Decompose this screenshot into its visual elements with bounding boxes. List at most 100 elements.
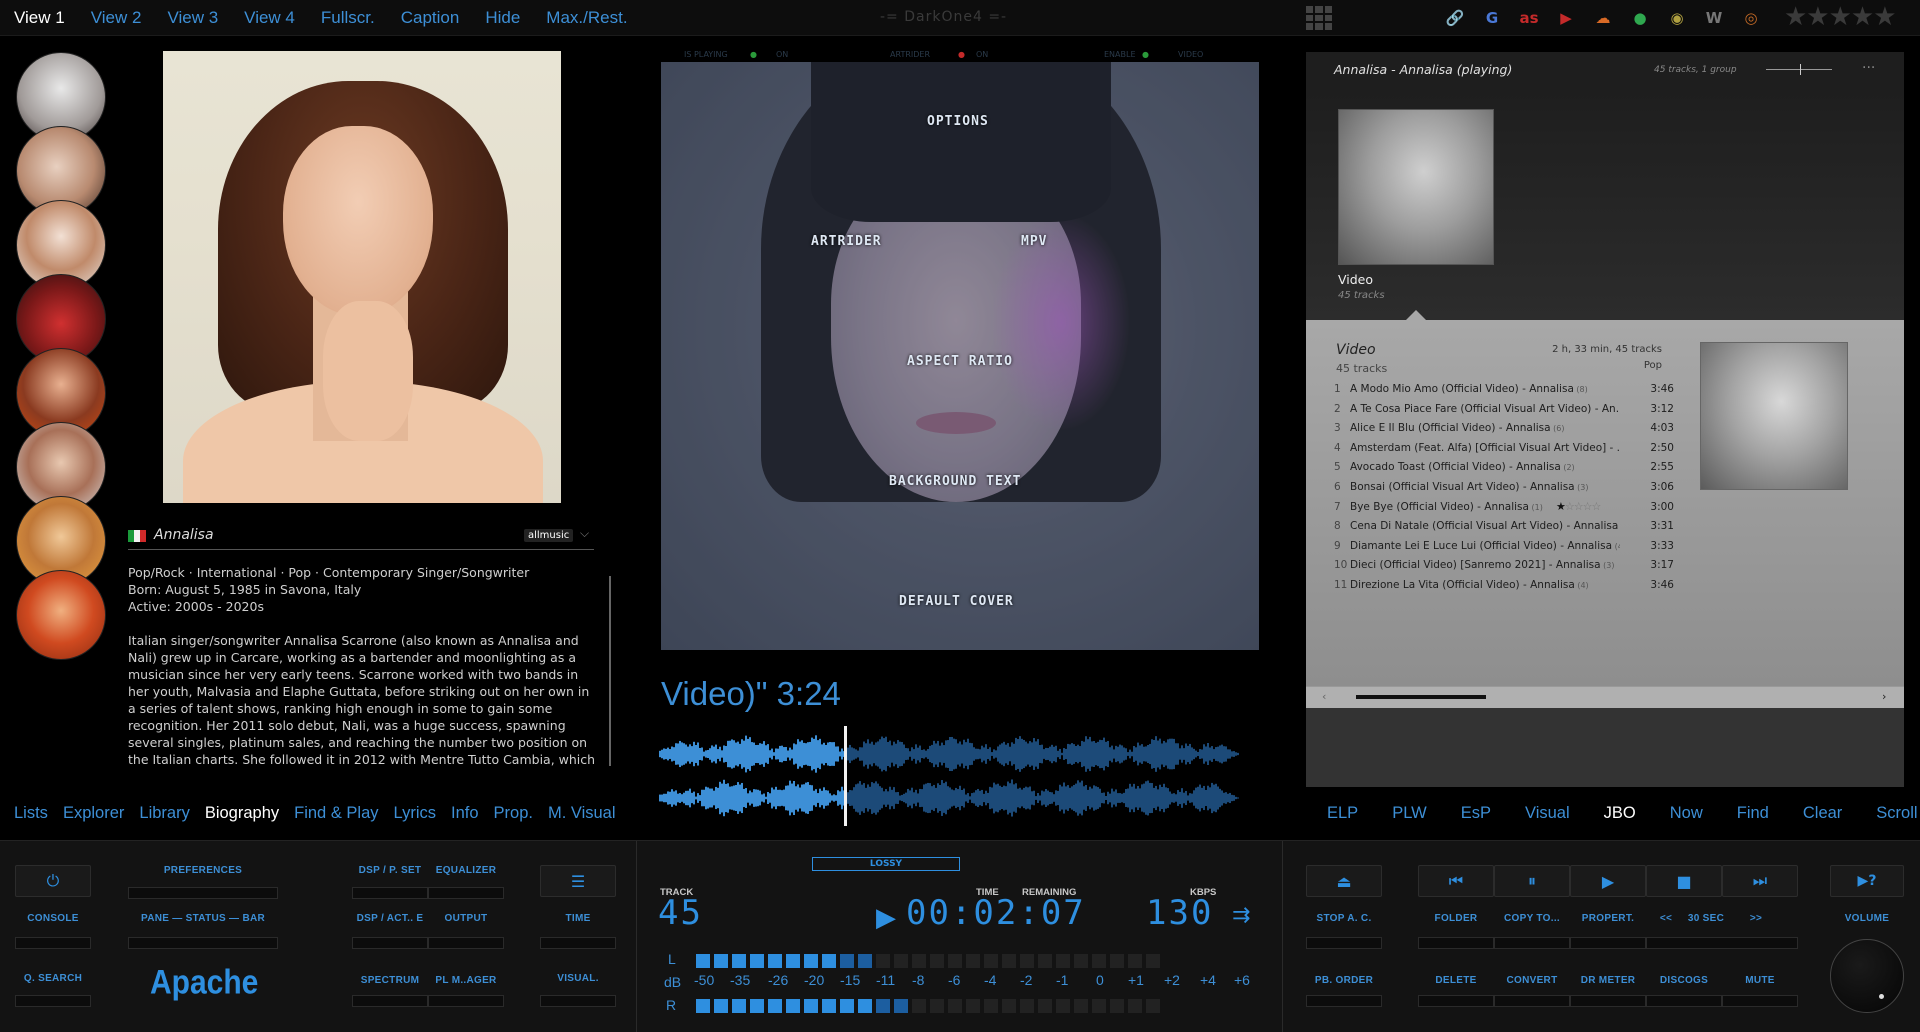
q-search-button[interactable] (15, 995, 91, 1007)
google-icon[interactable]: G (1481, 7, 1503, 29)
tab-properties[interactable]: Prop. (494, 804, 533, 826)
tab-now[interactable]: Now (1670, 804, 1703, 826)
delete-button[interactable] (1418, 995, 1494, 1007)
play-button[interactable]: ▶ (1570, 865, 1646, 897)
view-4-button[interactable]: View 4 (244, 8, 295, 28)
tab-info[interactable]: Info (451, 804, 479, 826)
track-row[interactable]: 6 Bonsai (Official Visual Art Video) - An… (1334, 478, 1674, 498)
track-row[interactable]: 5 Avocado Toast (Official Video) - Annali… (1334, 458, 1674, 478)
pane-status-bar-button[interactable] (128, 937, 278, 949)
youtube-icon[interactable]: ▶ (1555, 7, 1577, 29)
scroll-left-icon[interactable]: ‹ (1322, 690, 1326, 703)
pl-manager-button[interactable] (428, 995, 504, 1007)
stop-button[interactable]: ■ (1646, 865, 1722, 897)
tab-plw[interactable]: PLW (1392, 804, 1427, 826)
tab-lyrics[interactable]: Lyrics (394, 804, 436, 826)
view-3-button[interactable]: View 3 (167, 8, 218, 28)
track-row[interactable]: 3 Alice E Il Blu (Official Video) - Annal… (1334, 419, 1674, 439)
grid-icon[interactable] (1306, 6, 1332, 30)
waveform-seekbar[interactable] (659, 726, 1259, 826)
output-button[interactable] (428, 937, 504, 949)
seek-30-sec-button[interactable] (1646, 937, 1798, 949)
tab-biography[interactable]: Biography (205, 804, 279, 826)
overlay-artrider[interactable]: ARTRIDER (811, 234, 882, 249)
lastfm-icon[interactable]: as (1518, 7, 1540, 29)
more-options-icon[interactable]: ··· (1862, 60, 1875, 76)
seek-back-label[interactable]: << (1656, 913, 1676, 924)
overlay-aspect-ratio[interactable]: ASPECT RATIO (907, 354, 1013, 369)
track-rating[interactable]: ★☆☆☆☆ (1556, 500, 1601, 513)
track-row[interactable]: 10 Dieci (Official Video) [Sanremo 2021] … (1334, 556, 1674, 576)
menu-button[interactable]: ☰ (540, 865, 616, 897)
podcast-icon[interactable]: ◎ (1740, 7, 1762, 29)
help-button[interactable]: ▶? (1830, 865, 1904, 897)
biography-scrollbar[interactable] (609, 576, 611, 766)
tab-jbo[interactable]: JBO (1604, 804, 1636, 826)
tab-scroll[interactable]: Scroll (1876, 804, 1917, 826)
tab-esp[interactable]: EsP (1461, 804, 1491, 826)
fullscreen-button[interactable]: Fullscr. (321, 8, 375, 28)
equalizer-button[interactable] (428, 887, 504, 899)
tab-find-play[interactable]: Find & Play (294, 804, 378, 826)
rating-stars[interactable]: ★★★★★ (1784, 2, 1897, 32)
view-2-button[interactable]: View 2 (91, 8, 142, 28)
power-button[interactable]: ⏻ (15, 865, 91, 897)
time-button[interactable] (540, 937, 616, 949)
hide-button[interactable]: Hide (485, 8, 520, 28)
view-1-button[interactable]: View 1 (14, 8, 65, 28)
wikipedia-icon[interactable]: W (1703, 7, 1725, 29)
spotify-icon[interactable]: ● (1629, 7, 1651, 29)
artist-thumbnail[interactable] (16, 570, 106, 660)
convert-button[interactable] (1494, 995, 1570, 1007)
track-row[interactable]: 8 Cena Di Natale (Official Visual Art Vid… (1334, 517, 1674, 537)
visual-button[interactable] (540, 995, 616, 1007)
preferences-button[interactable] (128, 887, 278, 899)
overlay-mpv[interactable]: MPV (1021, 234, 1047, 249)
track-row[interactable]: 11 Direzione La Vita (Official Video) - A… (1334, 576, 1674, 596)
console-button[interactable] (15, 937, 91, 949)
track-row[interactable]: 1 A Modo Mio Amo (Official Video) - Annal… (1334, 380, 1674, 400)
discogs-button[interactable] (1646, 995, 1722, 1007)
tab-find[interactable]: Find (1737, 804, 1769, 826)
eject-button[interactable]: ⏏ (1306, 865, 1382, 897)
track-row[interactable]: 4 Amsterdam (Feat. Alfa) [Official Visual… (1334, 439, 1674, 459)
dsp-pset-button[interactable] (352, 887, 428, 899)
tab-library[interactable]: Library (139, 804, 189, 826)
tab-explorer[interactable]: Explorer (63, 804, 124, 826)
tab-m-visual[interactable]: M. Visual (548, 804, 616, 826)
track-row[interactable]: 2 A Te Cosa Piace Fare (Official Visual A… (1334, 400, 1674, 420)
previous-button[interactable]: ⏮ (1418, 865, 1494, 897)
copy-to-button[interactable] (1494, 937, 1570, 949)
caption-button[interactable]: Caption (401, 8, 460, 28)
tab-visual[interactable]: Visual (1525, 804, 1570, 826)
playback-cursor[interactable] (844, 726, 847, 826)
overlay-background-text[interactable]: BACKGROUND TEXT (889, 474, 1021, 489)
overlay-default-cover[interactable]: DEFAULT COVER (899, 594, 1014, 609)
source-badge[interactable]: allmusic (524, 529, 574, 542)
folder-button[interactable] (1418, 937, 1494, 949)
discogs-icon[interactable]: ◉ (1666, 7, 1688, 29)
zoom-slider[interactable] (1766, 64, 1832, 75)
elapsed-time[interactable]: 00:02:07 (906, 893, 1086, 933)
scroll-right-icon[interactable]: › (1882, 690, 1886, 703)
tab-clear[interactable]: Clear (1803, 804, 1842, 826)
next-button[interactable]: ⏭ (1722, 865, 1798, 897)
dr-meter-button[interactable] (1570, 995, 1646, 1007)
volume-knob[interactable] (1830, 939, 1904, 1013)
properties-button[interactable] (1570, 937, 1646, 949)
horizontal-scrollbar[interactable]: ‹ › (1306, 686, 1904, 708)
tab-elp[interactable]: ELP (1327, 804, 1358, 826)
stop-ac-button[interactable] (1306, 937, 1382, 949)
link-icon[interactable]: 🔗 (1444, 7, 1466, 29)
track-row[interactable]: 9 Diamante Lei E Luce Lui (Official Video… (1334, 537, 1674, 557)
double-arrow-icon[interactable]: ⇉ (1232, 903, 1250, 928)
tab-lists[interactable]: Lists (14, 804, 48, 826)
group-thumbnail[interactable] (1338, 109, 1494, 265)
track-row[interactable]: 7 Bye Bye (Official Video) - Annalisa (1)… (1334, 498, 1674, 518)
mute-button[interactable] (1722, 995, 1798, 1007)
chevron-down-icon[interactable]: ⌵ (580, 526, 589, 541)
seek-forward-label[interactable]: >> (1746, 913, 1766, 924)
overlay-options[interactable]: OPTIONS (927, 114, 989, 129)
pb-order-button[interactable] (1306, 995, 1382, 1007)
dsp-acte-button[interactable] (352, 937, 428, 949)
